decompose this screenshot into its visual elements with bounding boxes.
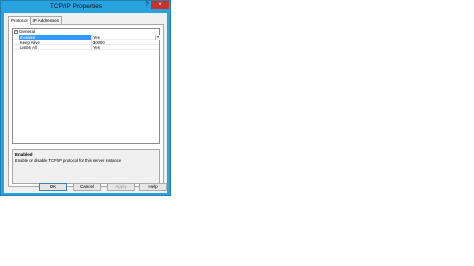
window-title: TCP/IP Properties [49, 3, 103, 10]
close-icon[interactable]: × [151, 1, 169, 9]
property-value-listen-all[interactable]: Yes [92, 45, 160, 50]
help-icon[interactable]: ? [143, 1, 151, 9]
dialog-client-area: Protocol IP Addresses − General Enabled … [4, 13, 167, 193]
tab-ip-addresses[interactable]: IP Addresses [29, 16, 62, 24]
help-button[interactable]: Help [139, 183, 167, 191]
property-row-listen-all[interactable]: Listen All Yes [13, 45, 159, 50]
apply-button[interactable]: Apply [107, 183, 135, 191]
tab-protocol[interactable]: Protocol [8, 16, 31, 25]
dialog-button-bar: OK Cancel Apply Help [4, 183, 167, 192]
property-name: Listen All [20, 45, 37, 50]
description-text: Enable or disable TCP/IP protocol for th… [15, 158, 122, 163]
protocol-tab-page: − General Enabled Yes ▾ Keep Alive 30000 [8, 24, 164, 187]
collapse-icon[interactable]: − [14, 30, 18, 34]
title-bar[interactable]: TCP/IP Properties ? × [1, 1, 170, 13]
description-title: Enabled [15, 152, 33, 157]
property-description-panel: Enabled Enable or disable TCP/IP protoco… [12, 149, 160, 184]
property-grid: − General Enabled Yes ▾ Keep Alive 30000 [12, 28, 160, 144]
ok-button[interactable]: OK [39, 183, 67, 191]
tcpip-properties-dialog: TCP/IP Properties ? × Protocol IP Addres… [0, 0, 171, 196]
tab-strip: Protocol IP Addresses [8, 16, 62, 25]
cancel-button[interactable]: Cancel [73, 183, 101, 191]
